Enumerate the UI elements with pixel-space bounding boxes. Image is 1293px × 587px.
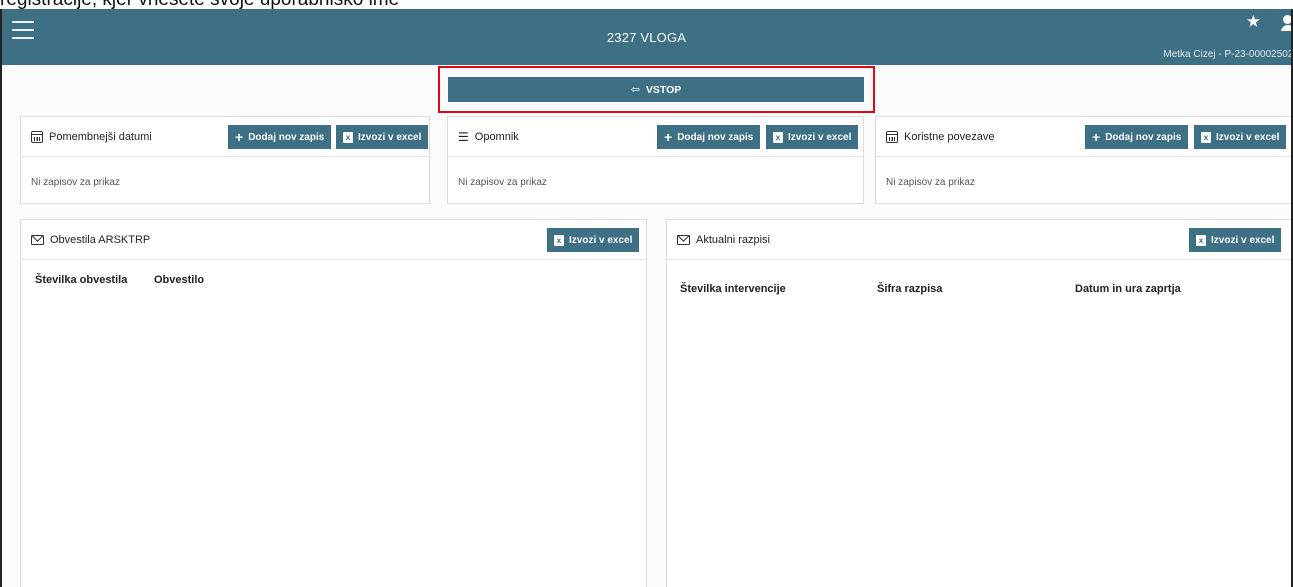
export-excel-button[interactable]: x Izvozi v excel (1189, 228, 1282, 252)
app-frame: 2327 VLOGA ★ Metka Cizej - P-23-00002502… (0, 9, 1293, 587)
card-title: Pomembnejši datumi (31, 117, 152, 157)
card-title: Aktualni razpisi (677, 220, 770, 260)
card-title-text: Koristne povezave (904, 131, 995, 143)
current-calls-card: Aktualni razpisi x Izvozi v excel Števil… (666, 219, 1291, 587)
calendar-icon (31, 131, 43, 143)
important-dates-card: Pomembnejši datumi + Dodaj nov zapis x I… (20, 116, 430, 204)
add-record-button[interactable]: + Dodaj nov zapis (657, 125, 761, 149)
list-icon: ☰ (458, 130, 469, 144)
export-excel-button[interactable]: x Izvozi v excel (766, 125, 859, 149)
column-header-notice-number[interactable]: Številka obvestila (35, 274, 127, 286)
card-title-text: Aktualni razpisi (696, 234, 770, 246)
top-bar: 2327 VLOGA ★ Metka Cizej - P-23-00002502… (2, 9, 1291, 65)
plus-icon: + (1092, 129, 1101, 145)
user-info: Metka Cizej - P-23-000025022 (1163, 49, 1293, 60)
excel-file-icon: x (1196, 234, 1206, 246)
column-header-call-code[interactable]: Šifra razpisa (877, 283, 942, 295)
add-record-label: Dodaj nov zapis (1105, 131, 1182, 143)
caption-fragment: registracije, kjer vnesete svoje uporabn… (0, 0, 1293, 9)
card-header: Koristne povezave + Dodaj nov zapis x Iz… (876, 117, 1291, 157)
card-header: Pomembnejši datumi + Dodaj nov zapis x I… (21, 117, 429, 157)
card-header: ☰ Opomnik + Dodaj nov zapis x Izvozi v e… (448, 117, 863, 157)
export-excel-label: Izvozi v excel (358, 131, 422, 143)
vstop-label: VSTOP (645, 83, 682, 96)
caption-text: registracije, kjer vnesete svoje uporabn… (0, 0, 399, 9)
export-excel-label: Izvozi v excel (569, 234, 633, 246)
card-title: Koristne povezave (886, 117, 995, 157)
sign-in-icon: ⇦ (630, 84, 640, 96)
card-title: ☰ Opomnik (458, 117, 519, 157)
export-excel-label: Izvozi v excel (1211, 234, 1275, 246)
envelope-icon (677, 235, 690, 245)
card-title-text: Pomembnejši datumi (49, 131, 152, 143)
excel-file-icon: x (343, 131, 353, 143)
add-record-button[interactable]: + Dodaj nov zapis (228, 125, 332, 149)
excel-file-icon: x (554, 234, 564, 246)
excel-file-icon: x (1201, 131, 1211, 143)
plus-icon: + (664, 129, 673, 145)
card-title-text: Obvestila ARSKTRP (50, 234, 151, 246)
add-record-button[interactable]: + Dodaj nov zapis (1085, 125, 1189, 149)
card-header: Aktualni razpisi x Izvozi v excel (667, 220, 1291, 260)
empty-message: Ni zapisov za prikaz (458, 177, 547, 188)
plus-icon: + (235, 129, 244, 145)
app-title: 2327 VLOGA (606, 30, 687, 45)
add-record-label: Dodaj nov zapis (248, 131, 325, 143)
notices-card: Obvestila ARSKTRP x Izvozi v excel Števi… (20, 219, 647, 587)
excel-file-icon: x (773, 131, 783, 143)
calendar-icon (886, 131, 898, 143)
user-icon[interactable] (1281, 15, 1291, 31)
column-header-closing-date[interactable]: Datum in ura zaprtja (1075, 283, 1181, 295)
export-excel-label: Izvozi v excel (1216, 131, 1280, 143)
star-icon[interactable]: ★ (1246, 14, 1261, 31)
card-header: Obvestila ARSKTRP x Izvozi v excel (21, 220, 646, 260)
empty-message: Ni zapisov za prikaz (886, 177, 975, 188)
empty-message: Ni zapisov za prikaz (31, 177, 120, 188)
card-title-text: Opomnik (474, 131, 519, 143)
card-title: Obvestila ARSKTRP (31, 220, 150, 260)
reminder-card: ☰ Opomnik + Dodaj nov zapis x Izvozi v e… (447, 116, 864, 204)
export-excel-button[interactable]: x Izvozi v excel (1194, 125, 1287, 149)
column-header-intervention-number[interactable]: Številka intervencije (680, 283, 786, 295)
envelope-icon (31, 235, 44, 245)
column-header-notice[interactable]: Obvestilo (154, 274, 204, 286)
export-excel-button[interactable]: x Izvozi v excel (547, 228, 640, 252)
vstop-button[interactable]: ⇦ VSTOP (448, 77, 864, 102)
export-excel-button[interactable]: x Izvozi v excel (336, 125, 429, 149)
export-excel-label: Izvozi v excel (788, 131, 852, 143)
useful-links-card: Koristne povezave + Dodaj nov zapis x Iz… (875, 116, 1291, 204)
add-record-label: Dodaj nov zapis (677, 131, 754, 143)
